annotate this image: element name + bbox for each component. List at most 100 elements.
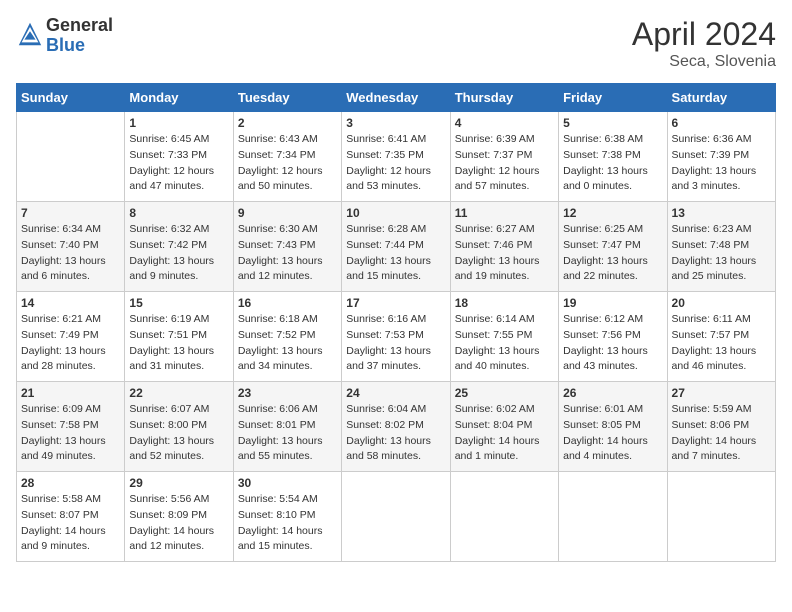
day-info: Sunrise: 6:06 AM Sunset: 8:01 PM Dayligh… [238,402,337,465]
day-info: Sunrise: 6:21 AM Sunset: 7:49 PM Dayligh… [21,312,120,375]
day-number: 17 [346,296,445,310]
title-section: April 2024 Seca, Slovenia [632,16,776,71]
calendar-cell: 18 Sunrise: 6:14 AM Sunset: 7:55 PM Dayli… [450,292,558,382]
calendar-cell: 2Sunrise: 6:43 AM Sunset: 7:34 PM Daylig… [233,112,341,202]
day-number: 13 [672,206,771,220]
calendar-cell: 22 Sunrise: 6:07 AM Sunset: 8:00 PM Dayli… [125,382,233,472]
day-number: 19 [563,296,662,310]
day-info: Sunrise: 6:28 AM Sunset: 7:44 PM Dayligh… [346,222,445,285]
location-subtitle: Seca, Slovenia [632,53,776,71]
calendar-table: SundayMondayTuesdayWednesdayThursdayFrid… [16,83,776,562]
day-info: Sunrise: 6:11 AM Sunset: 7:57 PM Dayligh… [672,312,771,375]
page-header: General Blue April 2024 Seca, Slovenia [16,16,776,71]
day-number: 2 [238,116,337,130]
header-tuesday: Tuesday [233,84,341,112]
day-info: Sunrise: 5:54 AM Sunset: 8:10 PM Dayligh… [238,492,337,555]
day-number: 10 [346,206,445,220]
day-number: 23 [238,386,337,400]
day-info: Sunrise: 6:12 AM Sunset: 7:56 PM Dayligh… [563,312,662,375]
header-wednesday: Wednesday [342,84,450,112]
day-info: Sunrise: 6:01 AM Sunset: 8:05 PM Dayligh… [563,402,662,465]
header-saturday: Saturday [667,84,775,112]
day-number: 1 [129,116,228,130]
day-number: 8 [129,206,228,220]
calendar-cell: 24Sunrise: 6:04 AM Sunset: 8:02 PM Dayli… [342,382,450,472]
calendar-cell: 14 Sunrise: 6:21 AM Sunset: 7:49 PM Dayli… [17,292,125,382]
calendar-cell [342,472,450,562]
day-number: 29 [129,476,228,490]
day-info: Sunrise: 6:30 AM Sunset: 7:43 PM Dayligh… [238,222,337,285]
day-number: 5 [563,116,662,130]
day-number: 7 [21,206,120,220]
calendar-cell: 30Sunrise: 5:54 AM Sunset: 8:10 PM Dayli… [233,472,341,562]
calendar-header-row: SundayMondayTuesdayWednesdayThursdayFrid… [17,84,776,112]
day-number: 4 [455,116,554,130]
calendar-cell: 20 Sunrise: 6:11 AM Sunset: 7:57 PM Dayli… [667,292,775,382]
day-number: 16 [238,296,337,310]
calendar-week-3: 14 Sunrise: 6:21 AM Sunset: 7:49 PM Dayli… [17,292,776,382]
calendar-cell: 4Sunrise: 6:39 AM Sunset: 7:37 PM Daylig… [450,112,558,202]
header-monday: Monday [125,84,233,112]
calendar-cell: 6 Sunrise: 6:36 AM Sunset: 7:39 PM Daylig… [667,112,775,202]
calendar-body: 1 Sunrise: 6:45 AM Sunset: 7:33 PM Daylig… [17,112,776,562]
day-info: Sunrise: 6:19 AM Sunset: 7:51 PM Dayligh… [129,312,228,375]
calendar-week-4: 21 Sunrise: 6:09 AM Sunset: 7:58 PM Dayli… [17,382,776,472]
calendar-cell: 27 Sunrise: 5:59 AM Sunset: 8:06 PM Dayli… [667,382,775,472]
calendar-cell: 12 Sunrise: 6:25 AM Sunset: 7:47 PM Dayli… [559,202,667,292]
day-number: 27 [672,386,771,400]
calendar-week-1: 1 Sunrise: 6:45 AM Sunset: 7:33 PM Daylig… [17,112,776,202]
day-info: Sunrise: 6:23 AM Sunset: 7:48 PM Dayligh… [672,222,771,285]
calendar-cell: 29 Sunrise: 5:56 AM Sunset: 8:09 PM Dayli… [125,472,233,562]
calendar-cell: 3Sunrise: 6:41 AM Sunset: 7:35 PM Daylig… [342,112,450,202]
day-info: Sunrise: 5:59 AM Sunset: 8:06 PM Dayligh… [672,402,771,465]
day-info: Sunrise: 6:36 AM Sunset: 7:39 PM Dayligh… [672,132,771,195]
calendar-cell: 8 Sunrise: 6:32 AM Sunset: 7:42 PM Daylig… [125,202,233,292]
calendar-cell [17,112,125,202]
calendar-week-5: 28 Sunrise: 5:58 AM Sunset: 8:07 PM Dayli… [17,472,776,562]
calendar-cell: 28 Sunrise: 5:58 AM Sunset: 8:07 PM Dayli… [17,472,125,562]
day-number: 24 [346,386,445,400]
day-info: Sunrise: 6:32 AM Sunset: 7:42 PM Dayligh… [129,222,228,285]
day-number: 9 [238,206,337,220]
calendar-cell: 5Sunrise: 6:38 AM Sunset: 7:38 PM Daylig… [559,112,667,202]
header-sunday: Sunday [17,84,125,112]
day-info: Sunrise: 6:16 AM Sunset: 7:53 PM Dayligh… [346,312,445,375]
day-number: 18 [455,296,554,310]
logo: General Blue [16,16,113,56]
calendar-cell: 26 Sunrise: 6:01 AM Sunset: 8:05 PM Dayli… [559,382,667,472]
calendar-cell: 9 Sunrise: 6:30 AM Sunset: 7:43 PM Daylig… [233,202,341,292]
calendar-cell: 13 Sunrise: 6:23 AM Sunset: 7:48 PM Dayli… [667,202,775,292]
logo-icon [16,20,44,48]
day-number: 25 [455,386,554,400]
day-number: 20 [672,296,771,310]
calendar-cell: 19 Sunrise: 6:12 AM Sunset: 7:56 PM Dayli… [559,292,667,382]
calendar-cell: 11Sunrise: 6:27 AM Sunset: 7:46 PM Dayli… [450,202,558,292]
day-info: Sunrise: 5:58 AM Sunset: 8:07 PM Dayligh… [21,492,120,555]
day-number: 6 [672,116,771,130]
day-number: 22 [129,386,228,400]
header-friday: Friday [559,84,667,112]
day-number: 21 [21,386,120,400]
calendar-cell: 23 Sunrise: 6:06 AM Sunset: 8:01 PM Dayli… [233,382,341,472]
day-number: 12 [563,206,662,220]
day-info: Sunrise: 6:34 AM Sunset: 7:40 PM Dayligh… [21,222,120,285]
day-info: Sunrise: 6:25 AM Sunset: 7:47 PM Dayligh… [563,222,662,285]
day-info: Sunrise: 6:07 AM Sunset: 8:00 PM Dayligh… [129,402,228,465]
calendar-cell [667,472,775,562]
day-number: 15 [129,296,228,310]
calendar-cell: 25 Sunrise: 6:02 AM Sunset: 8:04 PM Dayli… [450,382,558,472]
day-number: 28 [21,476,120,490]
day-info: Sunrise: 6:18 AM Sunset: 7:52 PM Dayligh… [238,312,337,375]
day-info: Sunrise: 6:02 AM Sunset: 8:04 PM Dayligh… [455,402,554,465]
day-number: 26 [563,386,662,400]
calendar-cell: 7 Sunrise: 6:34 AM Sunset: 7:40 PM Daylig… [17,202,125,292]
day-info: Sunrise: 6:09 AM Sunset: 7:58 PM Dayligh… [21,402,120,465]
calendar-cell [559,472,667,562]
day-number: 14 [21,296,120,310]
day-info: Sunrise: 6:14 AM Sunset: 7:55 PM Dayligh… [455,312,554,375]
day-number: 11 [455,206,554,220]
calendar-week-2: 7 Sunrise: 6:34 AM Sunset: 7:40 PM Daylig… [17,202,776,292]
day-info: Sunrise: 5:56 AM Sunset: 8:09 PM Dayligh… [129,492,228,555]
day-info: Sunrise: 6:45 AM Sunset: 7:33 PM Dayligh… [129,132,228,195]
header-thursday: Thursday [450,84,558,112]
